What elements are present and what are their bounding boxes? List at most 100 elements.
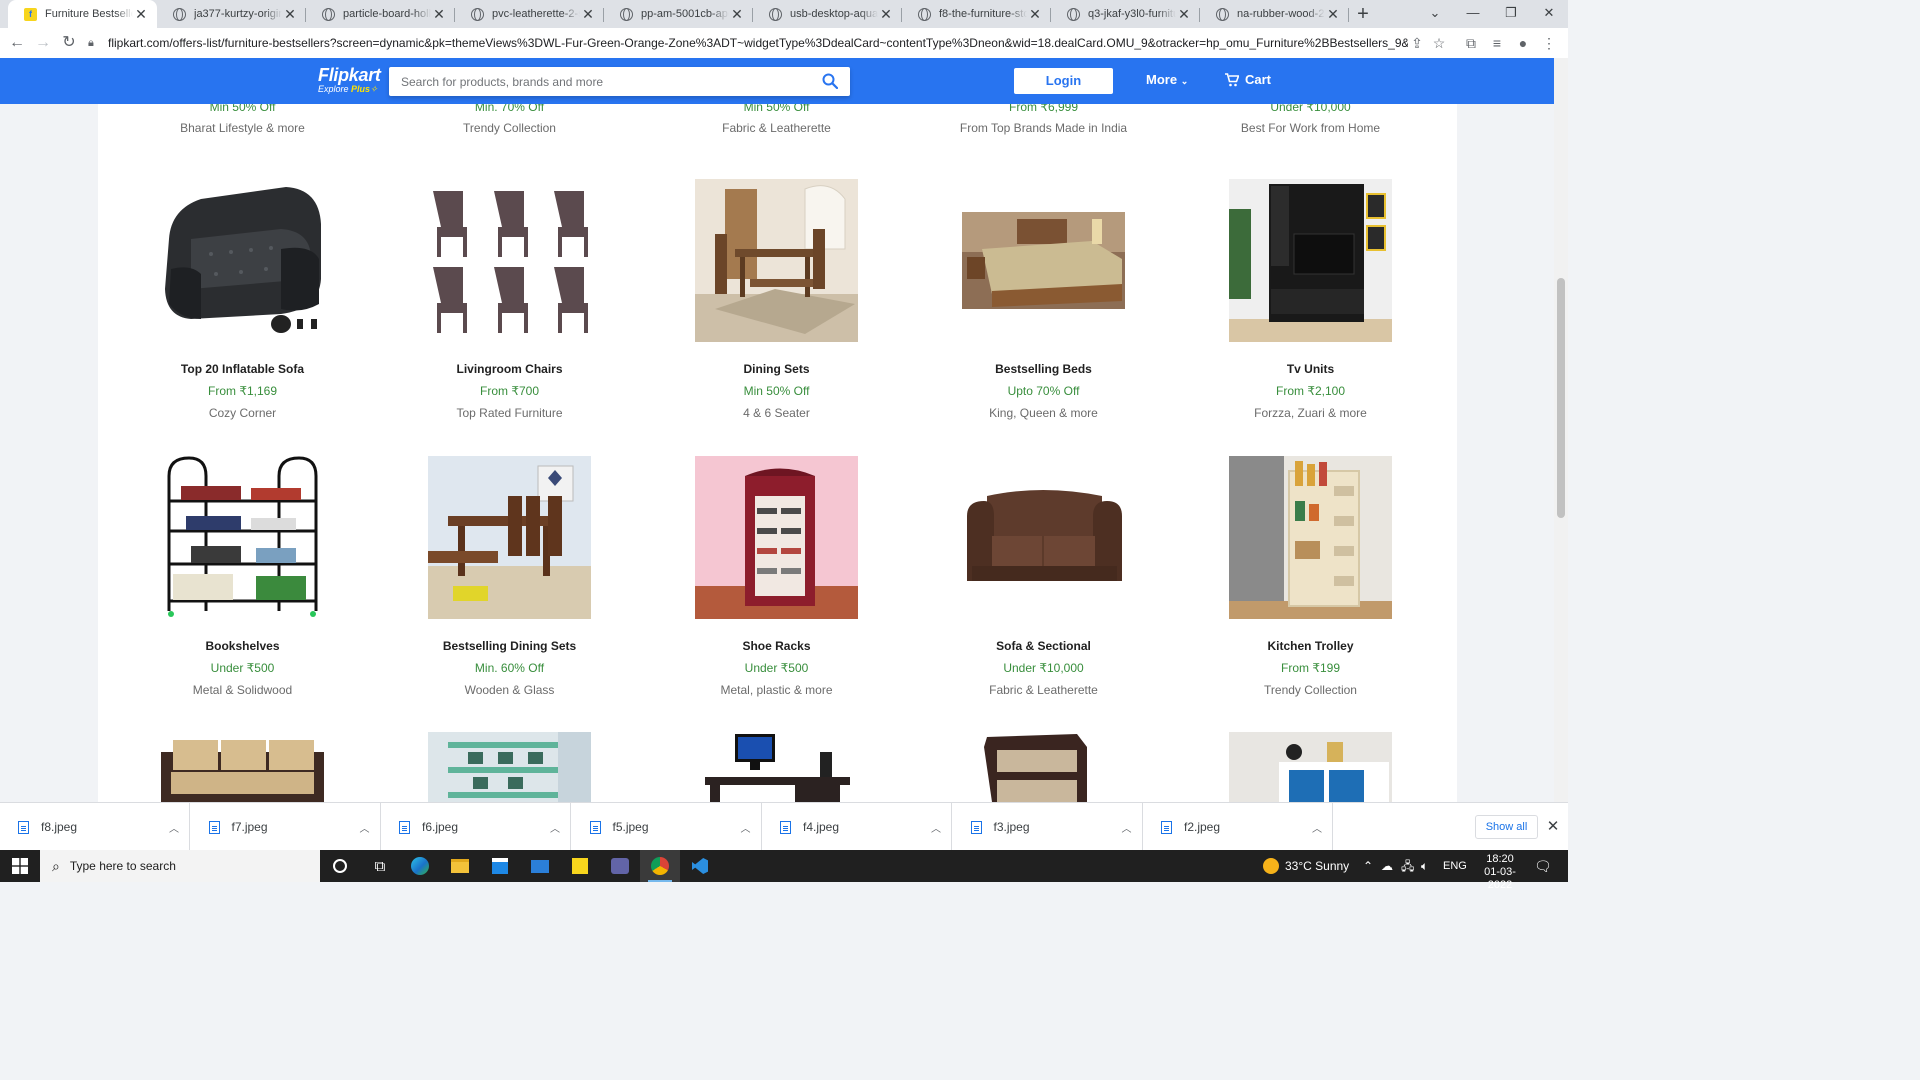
reading-list-icon[interactable]: ≡ bbox=[1485, 31, 1509, 55]
back-arrow-icon[interactable]: ← bbox=[4, 30, 30, 56]
extensions-puzzle-icon[interactable]: ⧉ bbox=[1459, 31, 1483, 55]
category-card-tv-units[interactable]: Tv Units From ₹2,100 Forzza, Zuari & mor… bbox=[1177, 179, 1444, 420]
download-item[interactable]: f4.jpeg ︿ bbox=[762, 803, 952, 851]
bookmark-star-icon[interactable]: ☆ bbox=[1427, 31, 1451, 55]
vscode-icon[interactable] bbox=[680, 850, 720, 882]
file-explorer-icon[interactable] bbox=[440, 850, 480, 882]
login-button[interactable]: Login bbox=[1014, 68, 1113, 94]
close-tab-icon[interactable]: ✕ bbox=[878, 6, 894, 22]
download-item[interactable]: f2.jpeg ︿ bbox=[1143, 803, 1333, 851]
chevron-up-icon[interactable]: ︿ bbox=[550, 820, 570, 835]
close-tab-icon[interactable]: ✕ bbox=[580, 6, 596, 22]
page-scrollbar[interactable] bbox=[1554, 58, 1568, 802]
task-view-icon[interactable]: ⧉ bbox=[360, 850, 400, 882]
browser-tab[interactable]: q3-jkaf-y3l0-furniture✕ bbox=[1051, 0, 1200, 28]
chevron-up-icon[interactable]: ︿ bbox=[931, 820, 951, 835]
scrollbar-thumb[interactable] bbox=[1557, 278, 1565, 518]
volume-icon[interactable]: 🔈︎ bbox=[1421, 850, 1428, 882]
chevron-up-icon[interactable]: ︿ bbox=[360, 820, 380, 835]
category-card-bestselling-dining-sets[interactable]: Bestselling Dining Sets Min. 60% Off Woo… bbox=[376, 456, 643, 697]
search-input[interactable] bbox=[389, 67, 809, 96]
browser-tab[interactable]: ja377-kurtzy-original-i✕ bbox=[157, 0, 306, 28]
download-item[interactable]: f5.jpeg ︿ bbox=[572, 803, 762, 851]
maximize-button[interactable]: ❐ bbox=[1492, 0, 1530, 28]
category-card[interactable] bbox=[910, 732, 1177, 802]
input-language[interactable]: ENG bbox=[1443, 850, 1467, 882]
close-tab-icon[interactable]: ✕ bbox=[282, 6, 298, 22]
chevron-up-icon[interactable]: ︿ bbox=[1312, 820, 1332, 835]
category-card-bestselling-beds[interactable]: Bestselling Beds Upto 70% Off King, Quee… bbox=[910, 179, 1177, 420]
cart-button[interactable]: Cart bbox=[1225, 72, 1271, 87]
chevron-up-icon[interactable]: ︿ bbox=[169, 820, 189, 835]
browser-tab[interactable]: pp-am-5001cb-apex-c✕ bbox=[604, 0, 753, 28]
category-card[interactable]: From ₹6,999 From Top Brands Made in Indi… bbox=[910, 104, 1177, 140]
chrome-icon[interactable] bbox=[640, 850, 680, 882]
close-tab-icon[interactable]: ✕ bbox=[431, 6, 447, 22]
download-item[interactable]: f7.jpeg ︿ bbox=[191, 803, 381, 851]
share-icon[interactable]: ⇪ bbox=[1405, 31, 1429, 55]
taskbar-search-box[interactable]: ⌕ Type here to search bbox=[40, 850, 320, 882]
show-all-downloads-button[interactable]: Show all bbox=[1475, 815, 1538, 839]
sticky-notes-icon[interactable] bbox=[560, 850, 600, 882]
more-menu[interactable]: More ⌄ bbox=[1146, 72, 1188, 87]
reload-icon[interactable]: ↻ bbox=[56, 30, 82, 56]
download-item[interactable]: f3.jpeg ︿ bbox=[953, 803, 1143, 851]
browser-tab[interactable]: f Furniture Bestsellers St✕ bbox=[8, 0, 157, 28]
card-subtitle: Wooden & Glass bbox=[464, 683, 555, 697]
category-card[interactable] bbox=[1177, 732, 1444, 802]
download-item[interactable]: f8.jpeg ︿ bbox=[0, 803, 190, 851]
category-card[interactable]: Min 50% Off Fabric & Leatherette bbox=[643, 104, 910, 140]
category-card[interactable]: Min 50% Off Bharat Lifestyle & more bbox=[109, 104, 376, 140]
close-downloads-bar-icon[interactable]: ✕ bbox=[1544, 815, 1562, 839]
category-card-shoe-racks[interactable]: Shoe Racks Under ₹500 Metal, plastic & m… bbox=[643, 456, 910, 697]
globe-icon bbox=[918, 7, 931, 21]
download-item[interactable]: f6.jpeg ︿ bbox=[381, 803, 571, 851]
category-card[interactable]: Min. 70% Off Trendy Collection bbox=[376, 104, 643, 140]
cortana-icon[interactable] bbox=[320, 850, 360, 882]
browser-tab[interactable]: particle-board-hollanc✕ bbox=[306, 0, 455, 28]
tray-chevron-up-icon[interactable]: ⌃ bbox=[1363, 850, 1373, 882]
browser-tab[interactable]: pvc-leatherette-2-seat✕ bbox=[455, 0, 604, 28]
close-tab-icon[interactable]: ✕ bbox=[1325, 6, 1341, 22]
edge-icon[interactable] bbox=[400, 850, 440, 882]
category-card-livingroom-chairs[interactable]: Livingroom Chairs From ₹700 Top Rated Fu… bbox=[376, 179, 643, 420]
close-tab-icon[interactable]: ✕ bbox=[729, 6, 745, 22]
close-tab-icon[interactable]: ✕ bbox=[1027, 6, 1043, 22]
minimize-button[interactable]: — bbox=[1454, 0, 1492, 28]
clock[interactable]: 18:20 01-03-2022 bbox=[1478, 850, 1522, 891]
chevron-up-icon[interactable]: ︿ bbox=[741, 820, 761, 835]
category-card-sofa-sectional[interactable]: Sofa & Sectional Under ₹10,000 Fabric & … bbox=[910, 456, 1177, 697]
flipkart-logo[interactable]: Flipkart Explore Plus✧ bbox=[318, 66, 381, 95]
mail-icon[interactable] bbox=[520, 850, 560, 882]
weather-widget[interactable]: 33°C Sunny bbox=[1263, 850, 1349, 882]
notifications-icon[interactable]: 🗨︎ bbox=[1534, 850, 1552, 882]
close-tab-icon[interactable]: ✕ bbox=[133, 6, 149, 22]
tab-search-chevron-icon[interactable]: ⌄ bbox=[1416, 0, 1454, 28]
chrome-menu-icon[interactable]: ⋮ bbox=[1537, 31, 1561, 55]
browser-tab[interactable]: f8-the-furniture-store✕ bbox=[902, 0, 1051, 28]
browser-tab[interactable]: na-rubber-wood-2703✕ bbox=[1200, 0, 1349, 28]
category-card[interactable] bbox=[643, 732, 910, 802]
chevron-up-icon[interactable]: ︿ bbox=[1122, 820, 1142, 835]
category-card[interactable] bbox=[376, 732, 643, 802]
category-card-dining-sets[interactable]: Dining Sets Min 50% Off 4 & 6 Seater bbox=[643, 179, 910, 420]
onedrive-icon[interactable]: ☁ bbox=[1381, 850, 1393, 882]
category-card-bookshelves[interactable]: Bookshelves Under ₹500 Metal & Solidwood bbox=[109, 456, 376, 697]
close-tab-icon[interactable]: ✕ bbox=[1176, 6, 1192, 22]
category-card-kitchen-trolley[interactable]: Kitchen Trolley From ₹199 Trendy Collect… bbox=[1177, 456, 1444, 697]
browser-tab[interactable]: usb-desktop-aquarium✕ bbox=[753, 0, 902, 28]
lock-icon[interactable]: 🔒︎ bbox=[88, 37, 102, 50]
teams-icon[interactable] bbox=[600, 850, 640, 882]
category-card-inflatable-sofa[interactable]: Top 20 Inflatable Sofa From ₹1,169 Cozy … bbox=[109, 179, 376, 420]
new-tab-button[interactable]: + bbox=[1349, 0, 1377, 28]
category-card[interactable]: Under ₹10,000 Best For Work from Home bbox=[1177, 104, 1444, 140]
category-card[interactable] bbox=[109, 732, 376, 802]
profile-avatar-icon[interactable]: ● bbox=[1511, 31, 1535, 55]
windows-start-icon[interactable] bbox=[12, 858, 28, 874]
network-icon[interactable]: 🖧︎ bbox=[1401, 850, 1414, 882]
address-bar[interactable]: 🔒︎ flipkart.com/offers-list/furniture-be… bbox=[86, 31, 1456, 55]
search-icon[interactable] bbox=[822, 73, 838, 89]
forward-arrow-icon[interactable]: → bbox=[30, 30, 56, 56]
microsoft-store-icon[interactable] bbox=[480, 850, 520, 882]
close-window-button[interactable]: ✕ bbox=[1530, 0, 1568, 28]
